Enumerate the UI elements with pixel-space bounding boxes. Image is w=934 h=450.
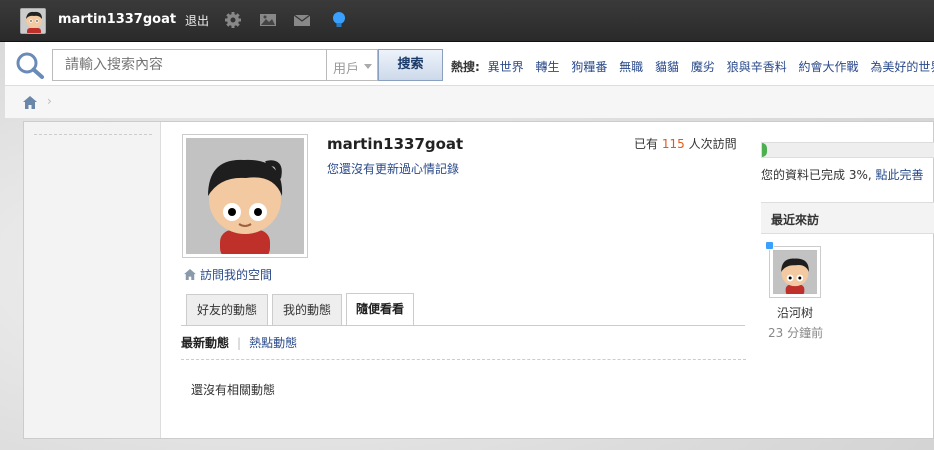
home-icon[interactable]: [23, 96, 37, 109]
filter-latest[interactable]: 最新動態: [181, 336, 229, 350]
visit-count: 已有 115 人次訪問: [634, 135, 737, 152]
top-username[interactable]: martin1337goat: [58, 12, 176, 27]
search-button[interactable]: 搜索: [378, 49, 443, 81]
search-type-select[interactable]: 用戶: [326, 49, 378, 81]
home-icon: [184, 269, 196, 280]
hot-search: 熱搜: 異世界 轉生 狗糧番 無職 貓貓 魔劣 狼與辛香料 約會大作戰 為美好的…: [451, 58, 934, 75]
bulb-icon[interactable]: [330, 11, 348, 29]
hot-term[interactable]: 異世界: [488, 60, 524, 74]
profile-complete-text: 您的資料已完成 3%, 點此完善: [761, 166, 924, 183]
hot-term[interactable]: 狗糧番: [571, 60, 607, 74]
logout-link[interactable]: 退出: [185, 12, 209, 29]
filter-separator: |: [237, 336, 242, 350]
search-input[interactable]: [52, 49, 331, 81]
online-status-icon: [765, 241, 774, 250]
tab-random[interactable]: 隨便看看: [346, 293, 414, 326]
top-bar: martin1337goat 退出: [0, 0, 934, 42]
complete-text: 您的資料已完成 3%,: [761, 168, 872, 182]
hot-term[interactable]: 為美好的世界獻上: [870, 60, 934, 74]
hot-term[interactable]: 貓貓: [655, 60, 679, 74]
hot-search-label: 熱搜:: [451, 60, 480, 74]
recent-visitors-header: 最近來訪: [761, 202, 934, 234]
complete-profile-link[interactable]: 點此完善: [876, 168, 924, 182]
settings-icon[interactable]: [224, 11, 242, 29]
profile-panel: 訪問我的空間 martin1337goat 您還沒有更新過心情記錄 已有 115…: [23, 121, 934, 439]
tab-friends-feed[interactable]: 好友的動態: [186, 294, 268, 326]
mail-icon[interactable]: [293, 11, 311, 29]
profile-avatar[interactable]: [182, 134, 308, 258]
hot-term[interactable]: 轉生: [535, 60, 559, 74]
visits-suffix: 人次訪問: [688, 137, 737, 151]
divider: [181, 359, 746, 360]
tab-my-feed[interactable]: 我的動態: [272, 294, 342, 326]
visit-space-label: 訪問我的空間: [200, 268, 273, 282]
visitor-avatar[interactable]: [769, 246, 821, 298]
image-icon[interactable]: [259, 11, 277, 29]
visitor-time: 23 分鐘前: [768, 326, 824, 340]
hot-term[interactable]: 無職: [619, 60, 643, 74]
visitor-name[interactable]: 沿河树: [777, 304, 813, 321]
tab-divider: [181, 325, 745, 326]
mood-text[interactable]: 您還沒有更新過心情記錄: [327, 160, 459, 177]
hot-term[interactable]: 魔劣: [691, 60, 715, 74]
feed-filters: 最新動態 | 熱點動態: [181, 334, 297, 351]
user-avatar-small[interactable]: [20, 8, 46, 34]
hot-term[interactable]: 狼與辛香料: [727, 60, 787, 74]
filter-hot[interactable]: 熱點動態: [249, 336, 297, 350]
divider: [34, 134, 152, 135]
search-bar: 用戶 搜索 熱搜: 異世界 轉生 狗糧番 無職 貓貓 魔劣 狼與辛香料 約會大作…: [5, 42, 934, 86]
chevron-down-icon: [364, 64, 372, 69]
breadcrumb-separator: ›: [47, 94, 52, 108]
breadcrumb: ›: [5, 86, 934, 118]
visits-number: 115: [661, 137, 685, 151]
visits-prefix: 已有: [634, 137, 659, 151]
search-icon: [15, 51, 45, 79]
left-sidebar: [24, 122, 161, 438]
profile-name[interactable]: martin1337goat: [327, 135, 463, 153]
hot-term[interactable]: 約會大作戰: [799, 60, 859, 74]
search-type-value: 用戶: [333, 62, 360, 77]
progress-fill: [762, 143, 768, 157]
profile-progress-bar: [761, 142, 934, 158]
visit-space-link[interactable]: 訪問我的空間: [184, 266, 272, 283]
empty-feed-text: 還沒有相關動態: [191, 383, 276, 397]
